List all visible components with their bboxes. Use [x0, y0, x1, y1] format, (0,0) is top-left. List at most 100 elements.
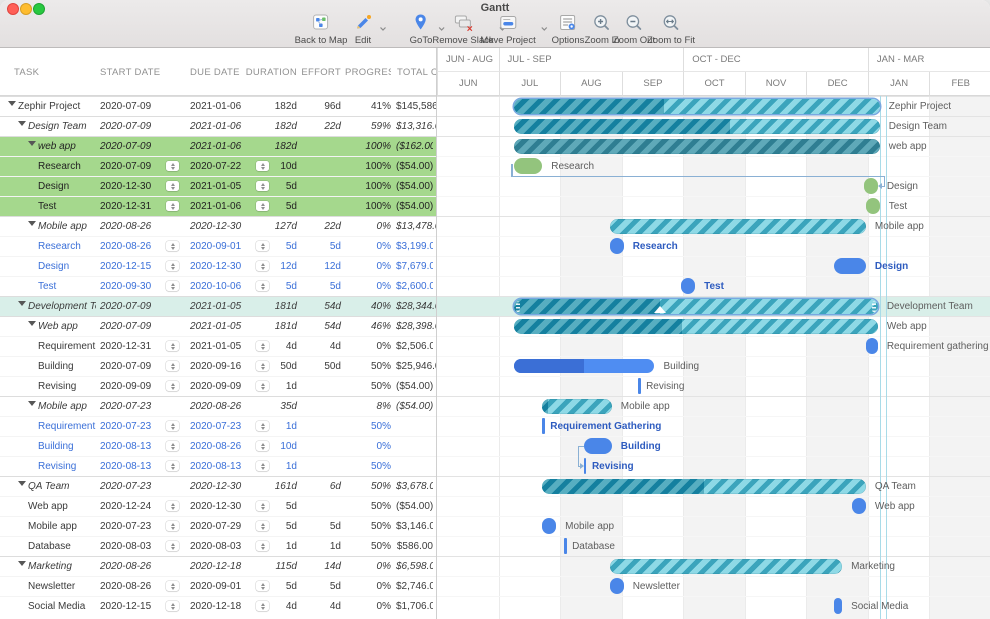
due-date-cell[interactable]: 2021-01-05 [190, 301, 252, 312]
due-date-cell[interactable]: 2021-01-05 [190, 321, 252, 332]
table-row[interactable]: Requirement gathering 2020-12-31 2021-01-0… [0, 336, 436, 356]
table-row[interactable]: Requirement Gathering 2020-07-23 2020-07-2… [0, 416, 436, 436]
gantt-bar-task[interactable] [609, 238, 624, 254]
column-header-progress[interactable]: PROGRESS [345, 67, 391, 78]
gantt-bar-milestone[interactable] [564, 538, 567, 554]
table-row[interactable]: QA Team 2020-07-23 2020-12-30 161d 6d 50% $3,6… [0, 476, 436, 496]
start-date-cell[interactable]: 2020-08-26 [100, 561, 162, 572]
start-date-cell[interactable]: 2020-07-09 [100, 141, 162, 152]
table-row[interactable]: Web app 2020-12-24 2020-12-30 5d 50% ($54.00) [0, 496, 436, 516]
disclosure-triangle[interactable] [28, 141, 36, 146]
disclosure-triangle[interactable] [18, 121, 26, 126]
due-date-cell[interactable]: 2020-08-26 [190, 401, 252, 412]
date-stepper[interactable] [166, 281, 179, 291]
column-header-duration[interactable]: DURATION [240, 67, 297, 78]
table-row[interactable]: Social Media 2020-12-15 2020-12-18 4d 4d 0% $1… [0, 596, 436, 616]
gantt-bar-task[interactable] [863, 178, 878, 194]
resize-handle[interactable] [871, 300, 876, 312]
date-stepper[interactable] [166, 581, 179, 591]
gantt-bar-summary[interactable] [609, 558, 843, 574]
due-date-cell[interactable]: 2020-08-03 [190, 541, 252, 552]
table-row[interactable]: Research 2020-07-09 2020-07-22 10d 100% ($54.… [0, 156, 436, 176]
start-date-cell[interactable]: 2020-09-09 [100, 381, 162, 392]
disclosure-triangle[interactable] [8, 101, 16, 106]
gantt-bar-milestone[interactable] [542, 418, 545, 434]
due-date-cell[interactable]: 2021-01-05 [190, 181, 252, 192]
disclosure-triangle[interactable] [18, 561, 26, 566]
column-header-start-date[interactable]: START DATE [100, 67, 160, 78]
due-date-cell[interactable]: 2021-01-05 [190, 341, 252, 352]
date-stepper[interactable] [166, 421, 179, 431]
table-row[interactable]: Design 2020-12-15 2020-12-30 12d 12d 0% $7,679… [0, 256, 436, 276]
move-project-button[interactable]: Move Project [480, 13, 548, 46]
gantt-bar-summary[interactable] [609, 218, 866, 234]
table-row[interactable]: Design 2020-12-30 2021-01-05 5d 100% ($54.00) [0, 176, 436, 196]
due-date-cell[interactable]: 2020-07-23 [190, 421, 252, 432]
start-date-cell[interactable]: 2020-12-30 [100, 181, 162, 192]
date-stepper[interactable] [166, 501, 179, 511]
table-row[interactable]: Marketing 2020-08-26 2020-12-18 115d 14d 0% $6… [0, 556, 436, 576]
table-row[interactable]: Mobile app 2020-07-23 2020-07-29 5d 5d 50% $3,… [0, 516, 436, 536]
start-date-cell[interactable]: 2020-07-23 [100, 401, 162, 412]
gantt-bar-milestone[interactable] [638, 378, 641, 394]
due-date-cell[interactable]: 2020-09-09 [190, 381, 252, 392]
table-row[interactable]: Development Team 2020-07-09 2021-01-05 181d… [0, 296, 436, 316]
start-date-cell[interactable]: 2020-07-23 [100, 421, 162, 432]
start-date-cell[interactable]: 2020-07-09 [100, 101, 162, 112]
gantt-bar-summary[interactable] [542, 478, 866, 494]
table-row[interactable]: Test 2020-12-31 2021-01-06 5d 100% ($54.00) [0, 196, 436, 216]
table-row[interactable]: Newsletter 2020-08-26 2020-09-01 5d 5d 0% $2,7… [0, 576, 436, 596]
table-row[interactable]: Zephir Project 2020-07-09 2021-01-06 182d 96… [0, 96, 436, 116]
gantt-bar-task[interactable] [542, 518, 557, 534]
start-date-cell[interactable]: 2020-08-26 [100, 241, 162, 252]
gantt-bar-task[interactable] [583, 438, 612, 454]
start-date-cell[interactable]: 2020-12-15 [100, 261, 162, 272]
gantt-bar-task[interactable] [852, 498, 866, 514]
due-date-cell[interactable]: 2020-07-29 [190, 521, 252, 532]
date-stepper[interactable] [166, 381, 179, 391]
gantt-bar-summary[interactable] [514, 318, 878, 334]
date-stepper[interactable] [166, 341, 179, 351]
date-stepper[interactable] [166, 241, 179, 251]
gantt-bar-task[interactable] [865, 338, 878, 354]
start-date-cell[interactable]: 2020-07-09 [100, 161, 162, 172]
gantt-bar-summary[interactable] [514, 298, 878, 314]
goto-button[interactable]: GoTo [410, 13, 445, 46]
chevron-down-icon[interactable] [541, 20, 549, 31]
table-row[interactable]: Web app 2020-07-09 2021-01-05 181d 54d 46% $28… [0, 316, 436, 336]
column-header-effort[interactable]: EFFORT [300, 67, 341, 78]
resize-handle[interactable] [516, 300, 521, 312]
start-date-cell[interactable]: 2020-07-09 [100, 301, 162, 312]
date-stepper[interactable] [166, 161, 179, 171]
date-stepper[interactable] [166, 201, 179, 211]
due-date-cell[interactable]: 2020-12-30 [190, 261, 252, 272]
gantt-bar-task[interactable] [681, 278, 696, 294]
start-date-cell[interactable]: 2020-07-09 [100, 361, 162, 372]
gantt-bar-summary[interactable] [542, 398, 612, 414]
gantt-bar-task[interactable] [865, 198, 880, 214]
due-date-cell[interactable]: 2020-10-06 [190, 281, 252, 292]
date-stepper[interactable] [166, 361, 179, 371]
start-date-cell[interactable]: 2020-12-15 [100, 601, 162, 612]
disclosure-triangle[interactable] [28, 221, 36, 226]
column-header-task[interactable]: TASK [14, 67, 39, 78]
date-stepper[interactable] [166, 181, 179, 191]
date-stepper[interactable] [166, 541, 179, 551]
table-row[interactable]: Building 2020-08-13 2020-08-26 10d 0% [0, 436, 436, 456]
disclosure-triangle[interactable] [18, 301, 26, 306]
start-date-cell[interactable]: 2020-12-31 [100, 341, 162, 352]
gantt-bar-task[interactable] [514, 158, 543, 174]
table-row[interactable]: Revising 2020-09-09 2020-09-09 1d 50% ($54.00… [0, 376, 436, 396]
start-date-cell[interactable]: 2020-12-31 [100, 201, 162, 212]
gantt-bar-task[interactable] [834, 598, 843, 614]
due-date-cell[interactable]: 2020-12-30 [190, 221, 252, 232]
start-date-cell[interactable]: 2020-07-23 [100, 521, 162, 532]
gantt-bar-task[interactable] [834, 258, 866, 274]
due-date-cell[interactable]: 2021-01-06 [190, 121, 252, 132]
start-date-cell[interactable]: 2020-07-09 [100, 321, 162, 332]
table-row[interactable]: Database 2020-08-03 2020-08-03 1d 1d 50% $586.… [0, 536, 436, 556]
progress-drag-handle[interactable] [653, 306, 666, 313]
gantt-bar-summary[interactable] [514, 138, 880, 154]
column-header-total-cost[interactable]: TOTAL COST [397, 67, 436, 78]
date-stepper[interactable] [166, 461, 179, 471]
